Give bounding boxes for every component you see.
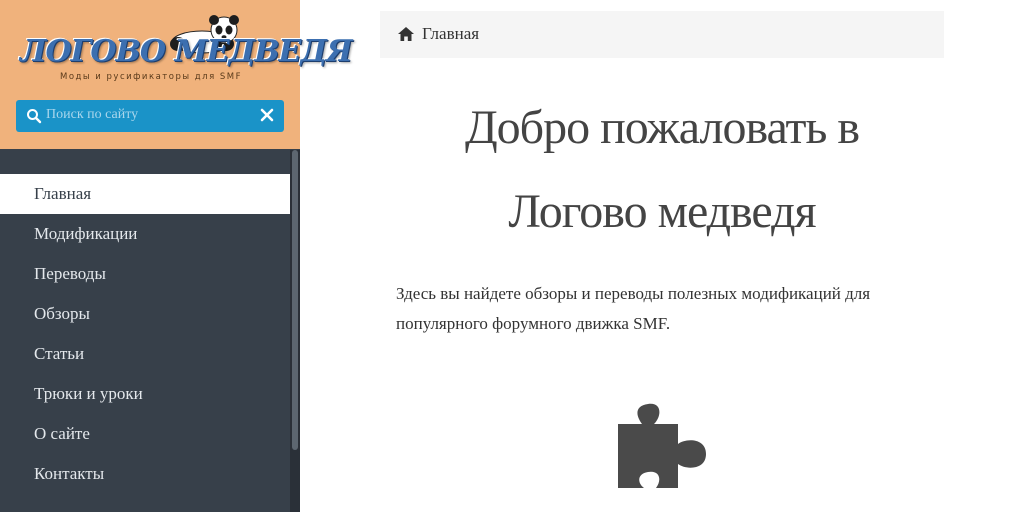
- sidebar-item-contacts[interactable]: Контакты: [0, 454, 290, 494]
- logo-title: ЛОГОВО МЕДВЕДЯ: [20, 34, 353, 69]
- sidebar-item-translations[interactable]: Переводы: [0, 254, 290, 294]
- sidebar-item-about[interactable]: О сайте: [0, 414, 290, 454]
- sidebar-header: ЛОГОВО МЕДВЕДЯ Моды и русификаторы для S…: [0, 0, 353, 149]
- close-icon[interactable]: [260, 108, 274, 122]
- sidebar: ЛОГОВО МЕДВЕДЯ Моды и русификаторы для S…: [0, 0, 353, 512]
- intro-line-2: популярного форумного движка SMF.: [396, 314, 671, 333]
- page-title-line-1: Добро пожаловать в: [464, 101, 860, 154]
- search-icon[interactable]: [26, 108, 42, 124]
- search-box: [16, 100, 284, 132]
- scroll-thumb[interactable]: [292, 150, 298, 450]
- breadcrumb: Главная: [380, 11, 944, 58]
- intro-text: Здесь вы найдете обзоры и переводы полез…: [396, 279, 936, 339]
- sidebar-item-home[interactable]: Главная: [0, 174, 290, 214]
- site-logo[interactable]: ЛОГОВО МЕДВЕДЯ Моды и русификаторы для S…: [20, 12, 353, 88]
- logo-tagline: Моды и русификаторы для SMF: [59, 72, 242, 82]
- puzzle-icon: [618, 403, 706, 488]
- sidebar-item-articles[interactable]: Статьи: [0, 334, 290, 374]
- sidebar-item-reviews[interactable]: Обзоры: [0, 294, 290, 334]
- home-icon[interactable]: [398, 27, 414, 41]
- search-input[interactable]: [46, 104, 246, 126]
- page-title-line-2: Логово медведя: [508, 185, 816, 238]
- intro-line-1: Здесь вы найдете обзоры и переводы полез…: [396, 284, 871, 303]
- sidebar-item-modifications[interactable]: Модификации: [0, 214, 290, 254]
- sidebar-item-tricks[interactable]: Трюки и уроки: [0, 374, 290, 414]
- sidebar-nav: Главная Модификации Переводы Обзоры Стат…: [0, 174, 290, 494]
- sidebar-scrollbar[interactable]: [290, 150, 300, 512]
- breadcrumb-home-link[interactable]: Главная: [422, 24, 479, 44]
- page-title: Добро пожаловать в Логово медведя: [380, 86, 944, 254]
